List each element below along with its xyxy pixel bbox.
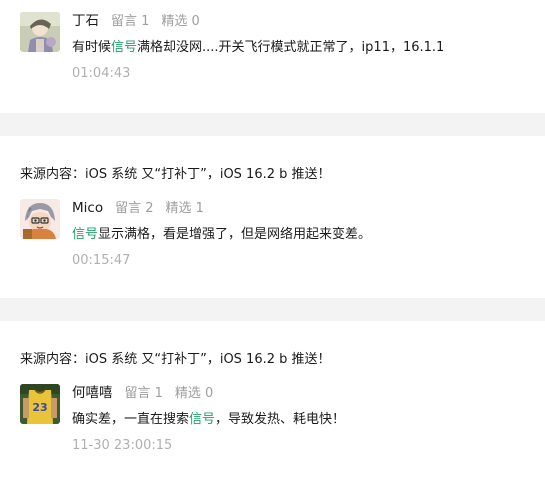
commenter-name[interactable]: 何嘻嘻	[72, 385, 113, 401]
comment-timestamp: 11-30 23:00:15	[72, 438, 173, 453]
comment-item: 23 何嘻嘻 留言 1 精选 0 确实差，一直在搜索信号，导致发热、耗电快！ 11-…	[20, 384, 535, 459]
cartoon-gray-hair-avatar-icon	[20, 199, 60, 239]
replies-count: 留言 1	[111, 14, 150, 29]
replies-count: 留言 1	[124, 386, 163, 401]
comment-meta: 何嘻嘻 留言 1 精选 0	[72, 384, 213, 402]
source-content-line[interactable]: 来源内容：iOS 系统 又“打补丁”，iOS 16.2 b 推送！	[20, 163, 331, 182]
highlighted-keyword[interactable]: 信号	[111, 40, 137, 55]
avatar[interactable]: 23	[20, 384, 60, 424]
section-divider	[0, 298, 545, 321]
picks-count: 精选 0	[174, 386, 214, 401]
commenter-name[interactable]: 丁石	[72, 13, 99, 29]
comment-list: 丁石 留言 1 精选 0 有时候信号满格却没网....开关飞行模式就正常了，ip11…	[0, 0, 545, 482]
source-content-line[interactable]: 来源内容：iOS 系统 又“打补丁”，iOS 16.2 b 推送！	[20, 348, 331, 367]
highlighted-keyword[interactable]: 信号	[189, 412, 215, 427]
highlighted-keyword[interactable]: 信号	[72, 227, 98, 242]
replies-count: 留言 2	[115, 201, 154, 216]
section-divider	[0, 113, 545, 136]
jersey-number-23-avatar-icon: 23	[20, 384, 60, 424]
comment-item: Mico 留言 2 精选 1 信号显示满格，看是增强了，但是网络用起来变差。 00:…	[20, 199, 535, 274]
comment-timestamp: 01:04:43	[72, 66, 131, 81]
illustrated-character-avatar-icon	[20, 12, 60, 52]
comment-text-part: 显示满格，看是增强了，但是网络用起来变差。	[98, 227, 372, 242]
avatar[interactable]	[20, 199, 60, 239]
comment-meta: Mico 留言 2 精选 1	[72, 199, 204, 217]
avatar[interactable]	[20, 12, 60, 52]
comment-text-part: 有时候	[72, 40, 112, 55]
comment-text: 信号显示满格，看是增强了，但是网络用起来变差。	[72, 226, 371, 244]
comment-text-part: 确实差，一直在搜索	[72, 412, 190, 427]
commenter-name[interactable]: Mico	[72, 200, 103, 216]
comment-text: 确实差，一直在搜索信号，导致发热、耗电快！	[72, 411, 345, 429]
picks-count: 精选 1	[165, 201, 204, 216]
comment-text: 有时候信号满格却没网....开关飞行模式就正常了，ip11，16.1.1	[72, 39, 444, 57]
comment-meta: 丁石 留言 1 精选 0	[72, 12, 200, 30]
comment-text-part: ，导致发热、耗电快！	[215, 412, 346, 427]
svg-text:23: 23	[32, 401, 47, 414]
comment-item: 丁石 留言 1 精选 0 有时候信号满格却没网....开关飞行模式就正常了，ip11…	[20, 12, 535, 87]
picks-count: 精选 0	[161, 14, 200, 29]
comment-text-part: 满格却没网....开关飞行模式就正常了，ip11，16.1.1	[137, 40, 445, 55]
comment-timestamp: 00:15:47	[72, 253, 131, 268]
